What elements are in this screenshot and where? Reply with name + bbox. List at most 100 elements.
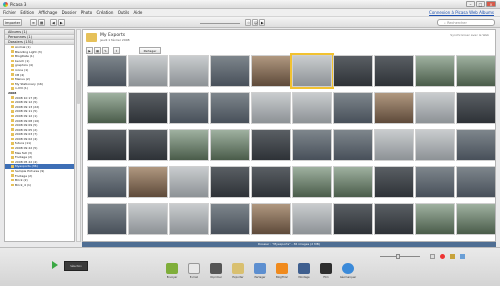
photo-thumbnail[interactable]	[210, 129, 250, 161]
photo-thumbnail[interactable]	[292, 203, 332, 235]
photo-thumbnail[interactable]	[128, 92, 168, 124]
location-pin-icon[interactable]	[440, 254, 445, 259]
star-filter-button[interactable]: ☆	[245, 19, 251, 26]
menu-folder[interactable]: Dossier	[62, 9, 77, 17]
tray-arrow-icon[interactable]	[52, 261, 58, 269]
photo-thumbnail[interactable]	[87, 129, 127, 161]
sidebar-folder-item[interactable]: n-IVII (1)	[5, 86, 74, 91]
photo-thumbnail[interactable]	[251, 92, 291, 124]
photo-thumbnail[interactable]	[292, 92, 332, 124]
photo-thumbnail[interactable]	[333, 203, 373, 235]
share-action-icon[interactable]	[254, 263, 266, 274]
menu-view[interactable]: Affichage	[38, 9, 57, 17]
minimize-button[interactable]: –	[466, 1, 475, 7]
menu-create[interactable]: Création	[96, 9, 113, 17]
collage-icon[interactable]: ▦	[94, 47, 101, 54]
photo-thumbnail[interactable]	[87, 92, 127, 124]
sidebar-scrollbar[interactable]	[76, 29, 81, 242]
photo-thumbnail[interactable]	[333, 55, 373, 87]
export-action-icon[interactable]	[232, 263, 244, 274]
folder-icon	[11, 59, 14, 63]
photo-thumbnail[interactable]	[169, 92, 209, 124]
photo-thumbnail[interactable]	[87, 203, 127, 235]
video-filter-button[interactable]: ▶	[259, 19, 265, 26]
photo-thumbnail[interactable]	[456, 166, 495, 198]
info-icon[interactable]	[460, 254, 465, 259]
photo-thumbnail[interactable]	[415, 203, 455, 235]
photo-thumbnail[interactable]	[456, 203, 495, 235]
photo-thumbnail[interactable]	[251, 129, 291, 161]
photo-thumbnail[interactable]	[456, 92, 495, 124]
photo-thumbnail[interactable]	[374, 203, 414, 235]
photo-thumbnail[interactable]	[169, 166, 209, 198]
collage-action-icon[interactable]	[298, 263, 310, 274]
photo-thumbnail[interactable]	[251, 55, 291, 87]
play-slideshow-icon[interactable]: ▶	[86, 47, 93, 54]
scrollbar-thumb[interactable]	[77, 80, 80, 104]
people-filter-button[interactable]: ☺	[252, 19, 258, 26]
photo-thumbnail[interactable]	[169, 203, 209, 235]
maximize-button[interactable]: □	[476, 1, 485, 7]
photo-thumbnail[interactable]	[290, 53, 334, 89]
menu-photo[interactable]: Photo	[81, 9, 92, 17]
menu-tools[interactable]: Outils	[118, 9, 130, 17]
photo-thumbnail[interactable]	[415, 92, 455, 124]
photo-thumbnail[interactable]	[415, 129, 455, 161]
photo-thumbnail[interactable]	[210, 55, 250, 87]
photo-thumbnail[interactable]	[87, 166, 127, 198]
blogger-action-icon[interactable]	[276, 263, 288, 274]
import-button[interactable]: Importer	[3, 19, 23, 26]
photo-thumbnail[interactable]	[374, 166, 414, 198]
photo-thumbnail[interactable]	[128, 55, 168, 87]
tag-icon[interactable]	[450, 254, 455, 259]
thumbnail-icon[interactable]	[430, 254, 435, 259]
search-input[interactable]: ⌕ Rechercher	[437, 19, 495, 26]
zoom-slider[interactable]	[380, 256, 420, 257]
photo-thumbnail[interactable]	[210, 166, 250, 198]
photo-thumbnail[interactable]	[374, 55, 414, 87]
movie-action-icon[interactable]	[320, 263, 332, 274]
photo-thumbnail[interactable]	[456, 55, 495, 87]
photo-thumbnail[interactable]	[210, 203, 250, 235]
photo-thumbnail[interactable]	[456, 129, 495, 161]
filter-slider[interactable]	[200, 23, 240, 24]
zoom-slider-knob[interactable]	[396, 254, 400, 259]
photo-thumbnail[interactable]	[87, 55, 127, 87]
upload-action-icon[interactable]	[166, 263, 178, 274]
photo-thumbnail[interactable]	[292, 129, 332, 161]
photo-thumbnail[interactable]	[415, 166, 455, 198]
photo-thumbnail[interactable]	[333, 166, 373, 198]
photo-thumbnail[interactable]	[374, 129, 414, 161]
photo-thumbnail[interactable]	[374, 92, 414, 124]
menu-help[interactable]: Aide	[134, 9, 143, 17]
back-button[interactable]: ◀	[50, 19, 57, 26]
sync-web-label[interactable]: Synchroniser avec le Web	[450, 33, 489, 37]
photo-thumbnail[interactable]	[169, 129, 209, 161]
geotag-action-icon[interactable]	[342, 263, 354, 274]
photo-thumbnail[interactable]	[251, 203, 291, 235]
photo-thumbnail[interactable]	[169, 55, 209, 87]
share-button[interactable]: Partager	[139, 47, 161, 54]
tray-selection[interactable]: Sélection	[64, 261, 88, 271]
menu-file[interactable]: Fichier	[3, 9, 16, 17]
sidebar-folder-item[interactable]: Brick_4 (1)	[5, 183, 74, 188]
photo-thumbnail[interactable]	[415, 55, 455, 87]
photo-thumbnail[interactable]	[210, 92, 250, 124]
forward-button[interactable]: ▶	[58, 19, 65, 26]
photo-thumbnail[interactable]	[333, 92, 373, 124]
edit-icon[interactable]: ✎	[102, 47, 109, 54]
photo-thumbnail[interactable]	[292, 166, 332, 198]
grid-view-button[interactable]: ▦	[38, 19, 45, 26]
photo-thumbnail[interactable]	[128, 203, 168, 235]
list-view-button[interactable]: ≡	[30, 19, 37, 26]
signin-link[interactable]: Connexion à Picasa Web Albums	[429, 9, 494, 17]
print-action-icon[interactable]	[210, 263, 222, 274]
email-action-icon[interactable]	[188, 263, 200, 274]
upload-icon[interactable]: ⇧	[113, 47, 120, 54]
close-button[interactable]: ×	[486, 1, 496, 7]
photo-thumbnail[interactable]	[251, 166, 291, 198]
photo-thumbnail[interactable]	[128, 129, 168, 161]
photo-thumbnail[interactable]	[333, 129, 373, 161]
photo-thumbnail[interactable]	[128, 166, 168, 198]
menu-edit[interactable]: Edition	[20, 9, 34, 17]
